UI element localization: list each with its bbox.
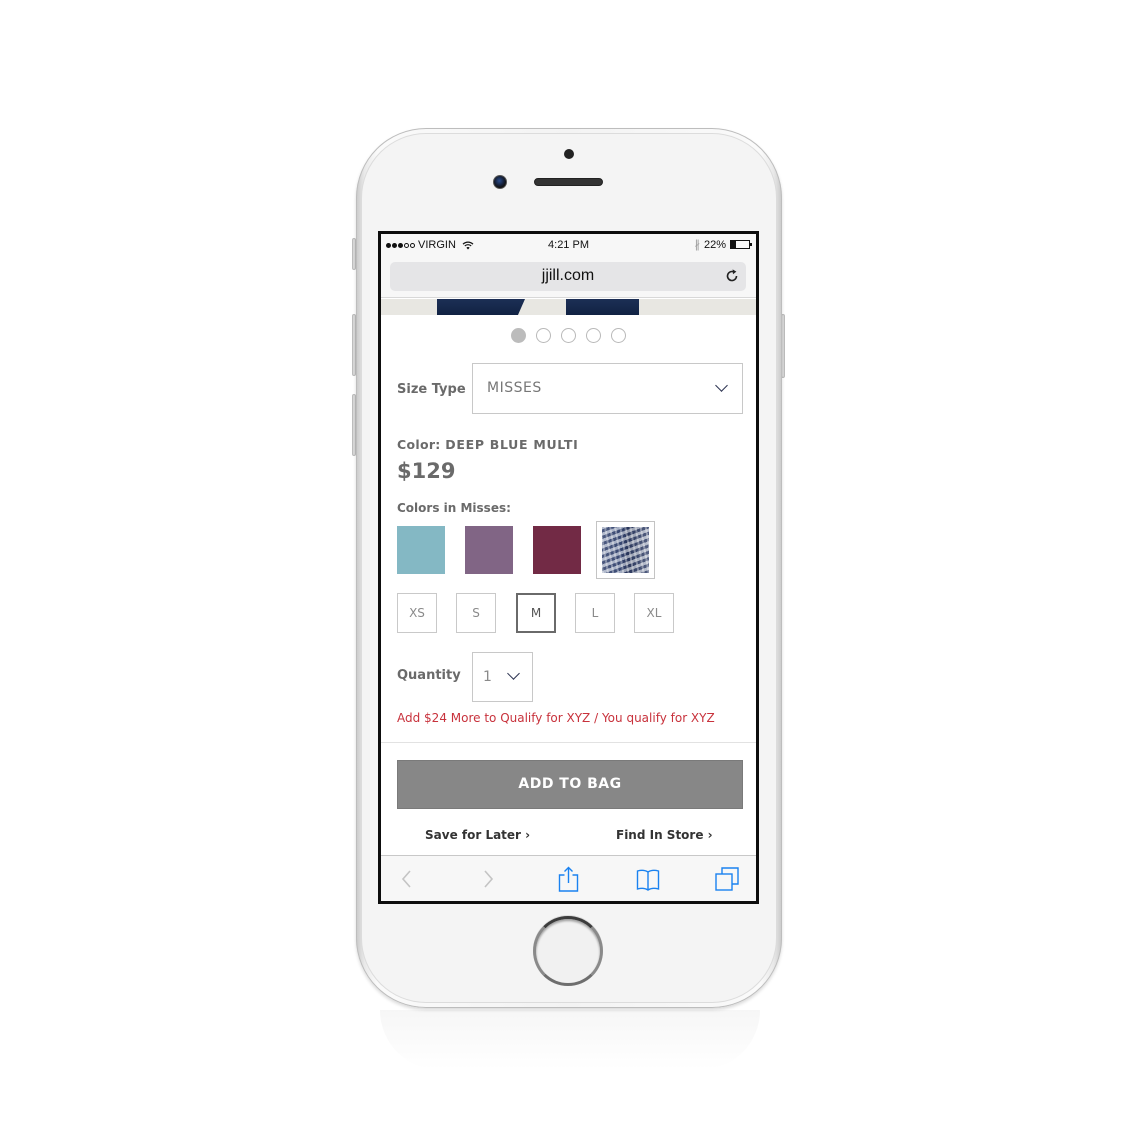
status-bar: VIRGIN 4:21 PM ∦ 22% [381, 234, 756, 256]
selected-color-line: Color: DEEP BLUE MULTI [397, 437, 578, 452]
tabs-icon[interactable] [714, 866, 740, 892]
color-swatch-deep-blue-multi[interactable] [596, 521, 655, 579]
quantity-value: 1 [483, 669, 493, 685]
front-camera [493, 175, 507, 189]
product-image-leg-left [437, 299, 525, 315]
product-price: $129 [397, 459, 456, 483]
browser-address-area: jjill.com [381, 256, 756, 298]
carousel-dot-4[interactable] [586, 328, 601, 343]
color-swatch-teal[interactable] [397, 526, 445, 574]
save-for-later-link[interactable]: Save for Later › [425, 828, 530, 842]
size-button-xl[interactable]: XL [634, 593, 674, 633]
size-type-select[interactable]: MISSES [472, 363, 743, 414]
find-in-store-link[interactable]: Find In Store › [616, 828, 713, 842]
battery-icon [730, 240, 752, 249]
bluetooth-icon: ∦ [694, 239, 700, 251]
carousel-dot-1[interactable] [511, 328, 526, 343]
quantity-select[interactable]: 1 [472, 652, 533, 702]
back-icon[interactable] [395, 866, 421, 892]
size-button-s[interactable]: S [456, 593, 496, 633]
home-button[interactable] [533, 916, 603, 986]
size-button-l[interactable]: L [575, 593, 615, 633]
earpiece-speaker [534, 178, 603, 186]
swatch-pattern-image [602, 527, 649, 573]
product-image[interactable] [381, 299, 756, 315]
front-sensor [564, 149, 574, 159]
share-icon[interactable] [555, 866, 581, 892]
phone-screen: VIRGIN 4:21 PM ∦ 22% jjill.com Size Type… [378, 231, 759, 904]
chevron-down-icon [507, 667, 520, 680]
carousel-dot-5[interactable] [611, 328, 626, 343]
size-type-value: MISSES [487, 380, 542, 396]
browser-toolbar [381, 855, 756, 901]
color-label: Color: [397, 437, 441, 452]
size-button-m[interactable]: M [516, 593, 556, 633]
quantity-label: Quantity [397, 668, 461, 683]
battery-percent: 22% [703, 238, 726, 251]
carousel-dot-2[interactable] [536, 328, 551, 343]
color-swatch-purple[interactable] [465, 526, 513, 574]
promo-message: Add $24 More to Qualify for XYZ / You qu… [397, 711, 715, 725]
phone-reflection [380, 1010, 760, 1070]
address-bar[interactable]: jjill.com [390, 262, 746, 291]
status-right: ∦ 22% [694, 238, 752, 251]
color-swatch-burgundy[interactable] [533, 526, 581, 574]
bookmarks-icon[interactable] [635, 866, 661, 892]
divider [381, 742, 756, 743]
chevron-down-icon [715, 379, 728, 392]
color-name: DEEP BLUE MULTI [445, 437, 579, 452]
size-button-xs[interactable]: XS [397, 593, 437, 633]
product-image-leg-right [566, 299, 639, 315]
carousel-dot-3[interactable] [561, 328, 576, 343]
size-type-label: Size Type [397, 382, 466, 397]
colors-in-label: Colors in Misses: [397, 501, 511, 515]
url-text[interactable]: jjill.com [390, 267, 746, 285]
reload-icon[interactable] [724, 268, 740, 284]
forward-icon[interactable] [475, 866, 501, 892]
carousel-pagination [381, 328, 756, 343]
add-to-bag-button[interactable]: ADD TO BAG [397, 760, 743, 809]
